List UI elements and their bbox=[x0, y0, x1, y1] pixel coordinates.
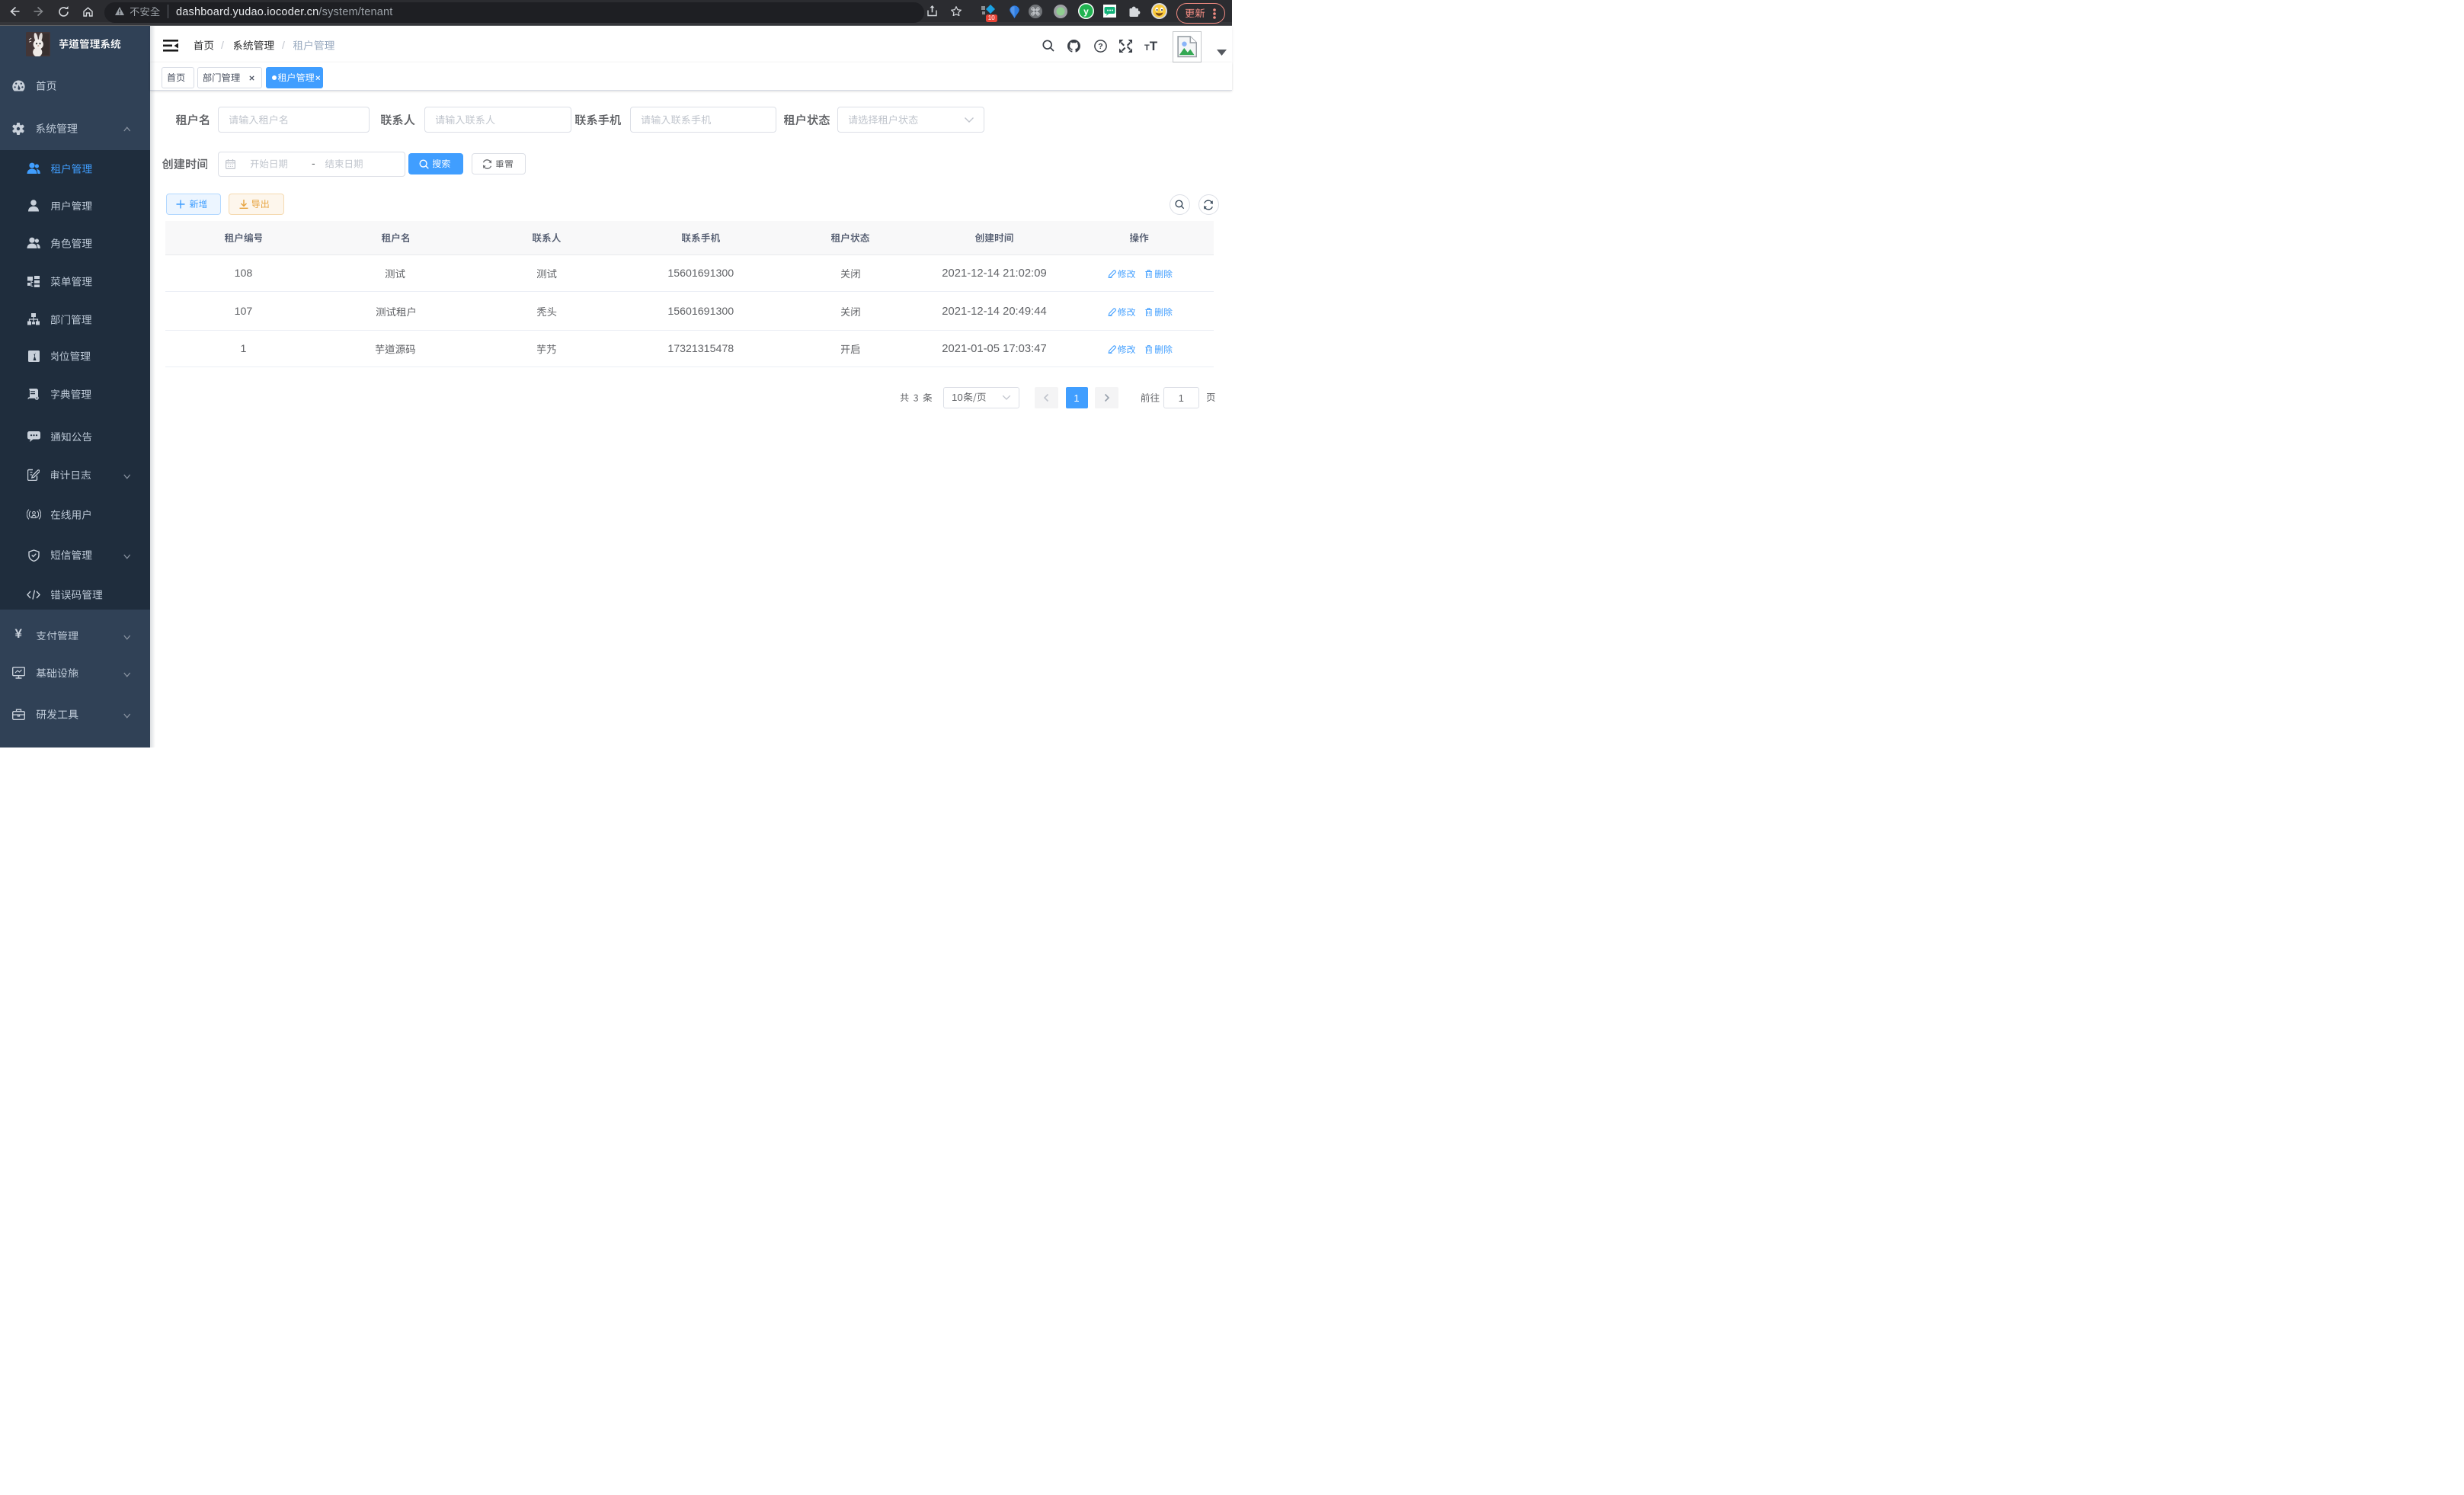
svg-text:?: ? bbox=[1098, 42, 1102, 51]
svg-text:y: y bbox=[1083, 6, 1089, 17]
